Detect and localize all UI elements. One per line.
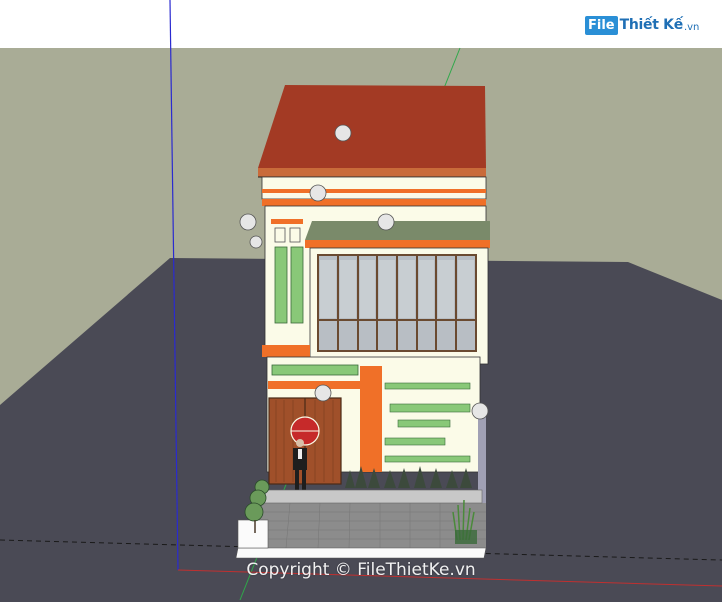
copyright-watermark: Copyright © FileThietKe.vn	[246, 560, 476, 580]
site-logo[interactable]: File Thiết Kế .vn	[585, 10, 715, 40]
logo-box-text: File	[585, 15, 618, 35]
accent-stripe	[262, 189, 486, 193]
canopy-accent	[305, 240, 490, 248]
floor-accent	[262, 345, 310, 357]
green-slot-window-right	[290, 246, 304, 324]
door-header-accent	[268, 381, 360, 389]
window-header-accent	[271, 219, 303, 224]
transom-green	[271, 364, 359, 376]
logo-main-text: Thiết Kế	[619, 17, 684, 33]
logo-suffix: .vn	[683, 21, 700, 33]
attic-wall	[261, 176, 487, 200]
planter-box	[237, 519, 269, 549]
roof-fascia	[258, 168, 486, 177]
yard-curb	[235, 547, 487, 559]
front-step	[261, 489, 483, 504]
orange-pillar	[360, 366, 382, 472]
canopy-top	[305, 221, 490, 240]
front-yard-paving	[244, 503, 486, 548]
sketchup-viewport[interactable]: File Thiết Kế .vn Copyright © FileThietK…	[0, 0, 722, 602]
house-model-scene	[0, 0, 722, 602]
roof	[258, 85, 486, 168]
accent-band	[262, 199, 486, 206]
green-slot-window-left	[274, 246, 288, 324]
